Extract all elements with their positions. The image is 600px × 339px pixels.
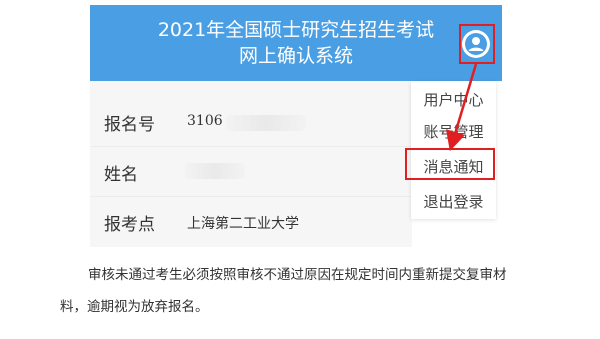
notice-text: 审核未通过考生必须按照审核不通过原因在规定时间内重新提交复审材 料，逾期视为放弃…: [60, 259, 580, 323]
notice-line2: 料，逾期视为放弃报名。: [60, 299, 209, 315]
notice-line1: 审核未通过考生必须按照审核不通过原因在规定时间内重新提交复审材: [88, 267, 507, 283]
